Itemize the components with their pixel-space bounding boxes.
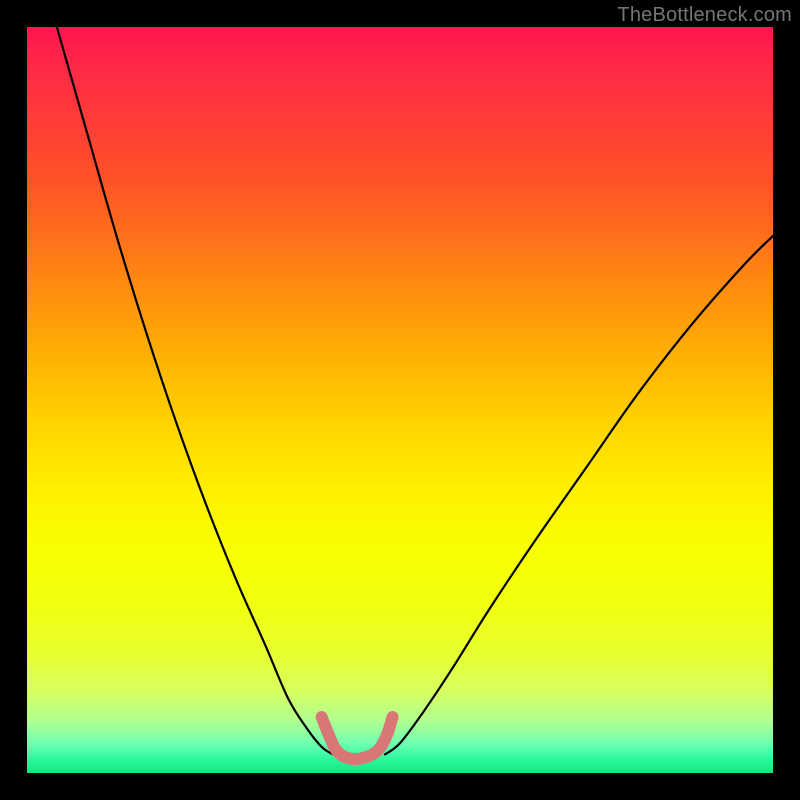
chart-container: TheBottleneck.com (0, 0, 800, 800)
chart-svg (27, 27, 773, 773)
watermark-text: TheBottleneck.com (617, 4, 792, 27)
left-curve (57, 27, 333, 754)
right-curve (385, 236, 773, 754)
trough-marker (322, 717, 393, 759)
plot-area (27, 27, 773, 773)
